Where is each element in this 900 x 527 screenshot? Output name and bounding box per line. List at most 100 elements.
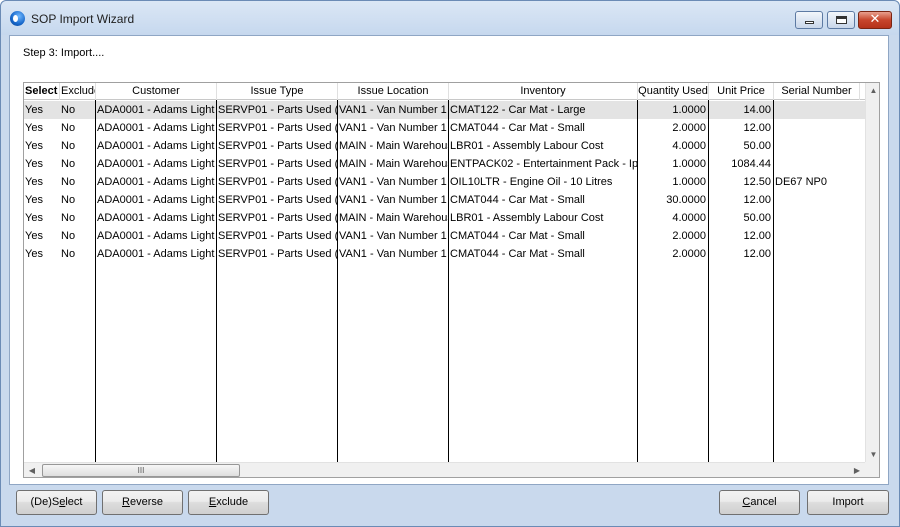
cell-unit-price[interactable]: 12.00: [709, 245, 774, 263]
cell-serial-number[interactable]: [774, 209, 860, 227]
column-header-issue-type[interactable]: Issue Type: [217, 83, 338, 100]
cell-customer[interactable]: ADA0001 - Adams Light Engineering: [96, 101, 217, 119]
cell-unit-price[interactable]: 1084.44: [709, 155, 774, 173]
minimize-button[interactable]: [795, 11, 823, 29]
table-row[interactable]: YesNoADA0001 - Adams Light EngineeringSE…: [24, 137, 865, 155]
cell-issue-location[interactable]: MAIN - Main Warehouse: [338, 209, 449, 227]
cell-issue-location[interactable]: VAN1 - Van Number 1: [338, 119, 449, 137]
cell-serial-number[interactable]: [774, 101, 860, 119]
cell-inventory[interactable]: OIL10LTR - Engine Oil - 10 Litres: [449, 173, 638, 191]
cell-exclude[interactable]: No: [60, 173, 96, 191]
cell-issue-type[interactable]: SERVP01 - Parts Used (chargeable): [217, 245, 338, 263]
table-row[interactable]: YesNoADA0001 - Adams Light EngineeringSE…: [24, 155, 865, 173]
cell-unit-price[interactable]: 50.00: [709, 137, 774, 155]
column-header-quantity-used[interactable]: Quantity Used: [638, 83, 709, 100]
cell-select[interactable]: Yes: [24, 173, 60, 191]
cell-issue-type[interactable]: SERVP01 - Parts Used (chargeable): [217, 209, 338, 227]
table-row[interactable]: YesNoADA0001 - Adams Light EngineeringSE…: [24, 209, 865, 227]
table-row[interactable]: YesNoADA0001 - Adams Light EngineeringSE…: [24, 245, 865, 263]
cell-issue-type[interactable]: SERVP01 - Parts Used (chargeable): [217, 227, 338, 245]
cell-issue-type[interactable]: SERVP01 - Parts Used (chargeable): [217, 173, 338, 191]
close-button[interactable]: ✕: [858, 11, 892, 29]
cell-select[interactable]: Yes: [24, 155, 60, 173]
cell-quantity-used[interactable]: 4.0000: [638, 137, 709, 155]
cell-exclude[interactable]: No: [60, 155, 96, 173]
cell-unit-price[interactable]: 14.00: [709, 101, 774, 119]
import-grid[interactable]: SelectExcludeCustomerIssue TypeIssue Loc…: [23, 82, 880, 478]
cell-inventory[interactable]: CMAT044 - Car Mat - Small: [449, 245, 638, 263]
cell-issue-type[interactable]: SERVP01 - Parts Used (chargeable): [217, 155, 338, 173]
cell-serial-number[interactable]: [774, 137, 860, 155]
cell-customer[interactable]: ADA0001 - Adams Light Engineering: [96, 209, 217, 227]
scroll-left-arrow-icon[interactable]: ◀: [24, 463, 40, 477]
cell-quantity-used[interactable]: 2.0000: [638, 245, 709, 263]
column-header-issue-location[interactable]: Issue Location: [338, 83, 449, 100]
table-row[interactable]: YesNoADA0001 - Adams Light EngineeringSE…: [24, 119, 865, 137]
cell-inventory[interactable]: CMAT122 - Car Mat - Large: [449, 101, 638, 119]
cell-select[interactable]: Yes: [24, 119, 60, 137]
cell-quantity-used[interactable]: 1.0000: [638, 173, 709, 191]
column-header-serial-number[interactable]: Serial Number: [774, 83, 860, 100]
cell-issue-location[interactable]: VAN1 - Van Number 1: [338, 227, 449, 245]
deselect-button[interactable]: (De)Select: [16, 490, 97, 515]
cell-issue-location[interactable]: VAN1 - Van Number 1: [338, 245, 449, 263]
cell-issue-location[interactable]: VAN1 - Van Number 1: [338, 173, 449, 191]
cell-exclude[interactable]: No: [60, 137, 96, 155]
cell-select[interactable]: Yes: [24, 227, 60, 245]
cell-unit-price[interactable]: 12.00: [709, 119, 774, 137]
cell-inventory[interactable]: CMAT044 - Car Mat - Small: [449, 191, 638, 209]
cell-unit-price[interactable]: 12.00: [709, 227, 774, 245]
cell-customer[interactable]: ADA0001 - Adams Light Engineering: [96, 227, 217, 245]
horizontal-scroll-thumb[interactable]: III: [42, 464, 240, 477]
cell-issue-location[interactable]: MAIN - Main Warehouse: [338, 155, 449, 173]
cell-issue-type[interactable]: SERVP01 - Parts Used (chargeable): [217, 137, 338, 155]
cell-inventory[interactable]: LBR01 - Assembly Labour Cost: [449, 209, 638, 227]
cell-customer[interactable]: ADA0001 - Adams Light Engineering: [96, 191, 217, 209]
cell-serial-number[interactable]: [774, 245, 860, 263]
cell-quantity-used[interactable]: 1.0000: [638, 155, 709, 173]
cell-inventory[interactable]: LBR01 - Assembly Labour Cost: [449, 137, 638, 155]
cell-serial-number[interactable]: DE67 NP0: [774, 173, 860, 191]
exclude-button[interactable]: Exclude: [188, 490, 269, 515]
table-row[interactable]: YesNoADA0001 - Adams Light EngineeringSE…: [24, 227, 865, 245]
cell-quantity-used[interactable]: 2.0000: [638, 227, 709, 245]
cell-quantity-used[interactable]: 1.0000: [638, 101, 709, 119]
scroll-up-arrow-icon[interactable]: ▲: [866, 83, 879, 98]
cell-exclude[interactable]: No: [60, 119, 96, 137]
cell-inventory[interactable]: ENTPACK02 - Entertainment Pack - Ipod: [449, 155, 638, 173]
cell-customer[interactable]: ADA0001 - Adams Light Engineering: [96, 119, 217, 137]
cancel-button[interactable]: Cancel: [719, 490, 800, 515]
cell-issue-location[interactable]: VAN1 - Van Number 1: [338, 101, 449, 119]
cell-unit-price[interactable]: 12.50: [709, 173, 774, 191]
cell-unit-price[interactable]: 12.00: [709, 191, 774, 209]
scroll-right-arrow-icon[interactable]: ▶: [849, 463, 865, 477]
import-button[interactable]: Import: [807, 490, 889, 515]
cell-inventory[interactable]: CMAT044 - Car Mat - Small: [449, 119, 638, 137]
title-bar[interactable]: SOP Import Wizard ✕: [1, 1, 899, 35]
cell-customer[interactable]: ADA0001 - Adams Light Engineering: [96, 155, 217, 173]
cell-inventory[interactable]: CMAT044 - Car Mat - Small: [449, 227, 638, 245]
column-header-inventory[interactable]: Inventory: [449, 83, 638, 100]
cell-select[interactable]: Yes: [24, 191, 60, 209]
cell-unit-price[interactable]: 50.00: [709, 209, 774, 227]
cell-select[interactable]: Yes: [24, 101, 60, 119]
cell-exclude[interactable]: No: [60, 101, 96, 119]
cell-select[interactable]: Yes: [24, 137, 60, 155]
table-row[interactable]: YesNoADA0001 - Adams Light EngineeringSE…: [24, 173, 865, 191]
scroll-down-arrow-icon[interactable]: ▼: [866, 447, 879, 462]
cell-exclude[interactable]: No: [60, 245, 96, 263]
cell-select[interactable]: Yes: [24, 209, 60, 227]
cell-customer[interactable]: ADA0001 - Adams Light Engineering: [96, 245, 217, 263]
cell-customer[interactable]: ADA0001 - Adams Light Engineering: [96, 137, 217, 155]
vertical-scrollbar[interactable]: ▲ ▼: [865, 83, 879, 462]
cell-quantity-used[interactable]: 30.0000: [638, 191, 709, 209]
cell-issue-location[interactable]: MAIN - Main Warehouse: [338, 137, 449, 155]
maximize-button[interactable]: [827, 11, 855, 29]
cell-serial-number[interactable]: [774, 191, 860, 209]
cell-quantity-used[interactable]: 2.0000: [638, 119, 709, 137]
cell-exclude[interactable]: No: [60, 227, 96, 245]
cell-exclude[interactable]: No: [60, 209, 96, 227]
column-header-customer[interactable]: Customer: [96, 83, 217, 100]
cell-issue-type[interactable]: SERVP01 - Parts Used (chargeable): [217, 101, 338, 119]
cell-issue-type[interactable]: SERVP01 - Parts Used (chargeable): [217, 191, 338, 209]
